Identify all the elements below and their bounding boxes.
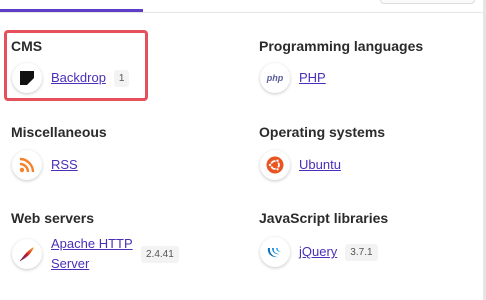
category-title-javascript-libraries: JavaScript libraries (259, 210, 389, 226)
svg-text:php: php (266, 73, 284, 83)
jquery-icon (260, 237, 290, 267)
tech-item-backdrop: Backdrop 1 (12, 63, 130, 93)
tab-button[interactable] (380, 0, 475, 4)
version-badge: 1 (113, 69, 130, 87)
top-tab-bar (0, 0, 486, 12)
tech-item-apache: Apache HTTP Server 2.4.41 (12, 234, 179, 274)
ubuntu-icon (260, 150, 290, 180)
tech-link-apache-http-server[interactable]: Apache HTTP Server (51, 234, 151, 274)
tech-link-php[interactable]: PHP (299, 68, 326, 88)
tech-link-jquery[interactable]: jQuery (299, 242, 337, 262)
divider (0, 12, 486, 13)
category-title-web-servers: Web servers (11, 210, 95, 226)
category-title-miscellaneous: Miscellaneous (11, 124, 107, 140)
php-icon: php (260, 63, 290, 93)
tech-item-rss: RSS (12, 150, 78, 180)
backdrop-icon (12, 63, 42, 93)
category-title-operating-systems: Operating systems (259, 124, 386, 140)
tech-item-jquery: jQuery 3.7.1 (260, 237, 378, 267)
tech-link-rss[interactable]: RSS (51, 155, 78, 175)
rss-icon (12, 150, 42, 180)
tech-link-backdrop[interactable]: Backdrop (51, 68, 106, 88)
tech-link-ubuntu[interactable]: Ubuntu (299, 155, 341, 175)
apache-feather-icon (12, 239, 42, 269)
tech-item-ubuntu: Ubuntu (260, 150, 341, 180)
version-badge: 2.4.41 (141, 245, 179, 263)
category-title-cms: CMS (11, 38, 43, 54)
tech-item-php: php PHP (260, 63, 326, 93)
category-title-programming-languages: Programming languages (259, 38, 424, 54)
version-badge: 3.7.1 (345, 243, 378, 261)
